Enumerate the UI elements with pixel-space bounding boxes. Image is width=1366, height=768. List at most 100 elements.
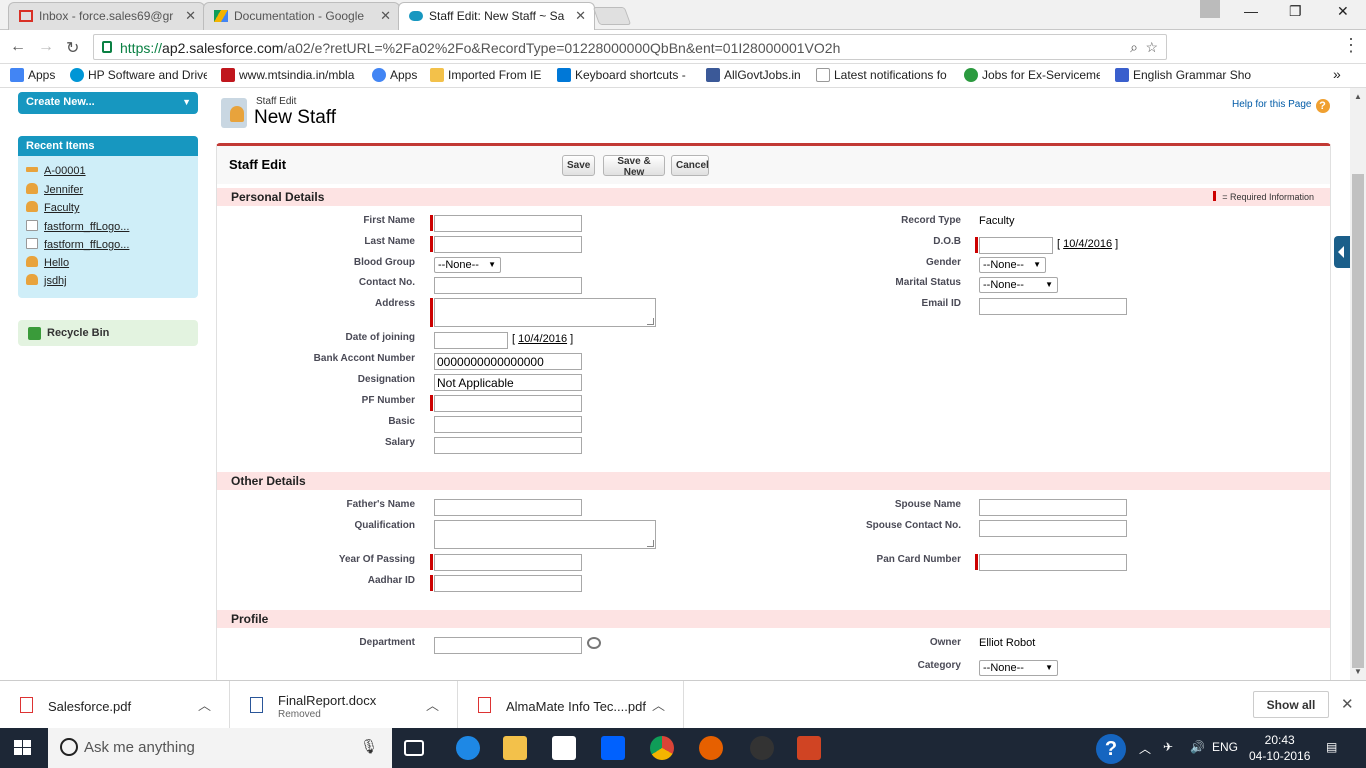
cortana-search-box[interactable]: Ask me anything 🎙 xyxy=(48,728,392,768)
recycle-bin-link[interactable]: Recycle Bin xyxy=(18,320,198,346)
blood-group-select[interactable]: --None-- ▼ xyxy=(434,257,501,273)
marital-status-select[interactable]: --None-- ▼ xyxy=(979,277,1058,293)
volume-icon[interactable]: 🔊 xyxy=(1190,740,1205,754)
address-textarea[interactable] xyxy=(434,298,656,327)
basic-input[interactable] xyxy=(434,416,582,433)
bookmark-latest-notifications[interactable]: Latest notifications fo xyxy=(816,68,950,82)
chevron-up-icon[interactable]: ︿ xyxy=(198,695,211,714)
help-link[interactable]: Help for this Page? xyxy=(1232,99,1330,113)
designation-input[interactable]: Not Applicable xyxy=(434,374,582,391)
recent-item[interactable]: fastform_ffLogo... xyxy=(26,220,129,233)
bookmark-imported-ie[interactable]: Imported From IE xyxy=(430,68,541,82)
department-input[interactable] xyxy=(434,637,582,654)
recent-item[interactable]: fastform_ffLogo... xyxy=(26,238,129,251)
recent-item[interactable]: Faculty xyxy=(26,201,79,214)
zoom-icon[interactable]: ⌕ xyxy=(1130,39,1138,56)
more-bookmarks-icon[interactable]: » xyxy=(1333,66,1341,82)
url-input[interactable]: https://ap2.salesforce.com/a02/e?retURL=… xyxy=(93,34,1167,60)
sidebar-collapse-handle[interactable] xyxy=(1334,236,1350,268)
bookmark-keyboard-shortcuts[interactable]: Keyboard shortcuts - xyxy=(557,68,693,82)
year-of-passing-input[interactable] xyxy=(434,554,582,571)
bookmark-apps[interactable]: Apps xyxy=(10,68,55,82)
contact-no-input[interactable] xyxy=(434,277,582,294)
spouse-name-input[interactable] xyxy=(979,499,1127,516)
bookmark-mtsindia[interactable]: www.mtsindia.in/mbla xyxy=(221,68,357,82)
scrollbar-thumb[interactable] xyxy=(1352,174,1364,668)
menu-kebab-icon[interactable]: ⋮ xyxy=(1342,35,1360,56)
bookmark-jobs-ex-servicemen[interactable]: Jobs for Ex-Serviceme xyxy=(964,68,1100,82)
reload-icon[interactable]: ↻ xyxy=(66,38,79,58)
notifications-icon[interactable]: ▤ xyxy=(1326,740,1337,754)
page-scrollbar[interactable]: ▲ ▼ xyxy=(1350,88,1366,680)
date-of-joining-input[interactable] xyxy=(434,332,508,349)
bookmark-english-grammar[interactable]: English Grammar Sho xyxy=(1115,68,1251,82)
language-indicator[interactable]: ENG xyxy=(1212,740,1238,754)
back-icon[interactable]: ← xyxy=(10,38,26,56)
bookmark-allgovtjobs[interactable]: AllGovtJobs.in xyxy=(706,68,801,82)
chrome-icon[interactable] xyxy=(650,736,674,760)
category-select[interactable]: --None-- ▼ xyxy=(979,660,1058,676)
show-all-button[interactable]: Show all xyxy=(1253,691,1329,718)
pan-card-input[interactable] xyxy=(979,554,1127,571)
restore-icon[interactable]: ❐ xyxy=(1289,3,1302,20)
powerpoint-icon[interactable] xyxy=(797,736,821,760)
recent-item[interactable]: Jennifer xyxy=(26,183,83,196)
windows-start-icon[interactable] xyxy=(14,740,32,756)
bookmark-google-apps[interactable]: Apps xyxy=(372,68,417,82)
user-profile-icon[interactable] xyxy=(1200,0,1220,18)
new-tab-button[interactable] xyxy=(592,7,632,25)
forward-icon[interactable]: → xyxy=(38,38,54,56)
network-icon[interactable]: ✈ xyxy=(1163,740,1173,754)
edge-icon[interactable] xyxy=(456,736,480,760)
bookmark-star-icon[interactable]: ☆ xyxy=(1145,39,1158,56)
microphone-icon[interactable]: 🎙 xyxy=(360,738,378,755)
email-input[interactable] xyxy=(979,298,1127,315)
close-window-icon[interactable]: ✕ xyxy=(1337,3,1349,20)
recent-item[interactable]: jsdhj xyxy=(26,274,67,287)
bookmark-hp[interactable]: HP Software and Drive xyxy=(70,68,207,82)
date-of-joining-today-link[interactable]: [ 10/4/2016 ] xyxy=(512,333,573,345)
pf-number-input[interactable] xyxy=(434,395,582,412)
store-icon[interactable] xyxy=(552,736,576,760)
lookup-magnifier-icon[interactable] xyxy=(587,637,601,649)
close-tab-icon[interactable]: ✕ xyxy=(575,8,586,24)
spouse-contact-input[interactable] xyxy=(979,520,1127,537)
qualification-textarea[interactable] xyxy=(434,520,656,549)
create-new-button[interactable]: Create New... ▼ xyxy=(18,92,198,114)
close-tab-icon[interactable]: ✕ xyxy=(380,8,391,24)
help-question-icon[interactable]: ? xyxy=(1096,734,1126,764)
dob-input[interactable] xyxy=(979,237,1053,254)
minimize-icon[interactable]: — xyxy=(1244,3,1258,19)
recent-item[interactable]: A-00001 xyxy=(26,165,86,177)
wpm-app-icon[interactable] xyxy=(750,736,774,760)
salary-input[interactable] xyxy=(434,437,582,454)
bank-account-input[interactable]: 0000000000000000 xyxy=(434,353,582,370)
save-button[interactable]: Save xyxy=(562,155,595,176)
download-item[interactable]: AlmaMate Info Tec....pdf ︿ xyxy=(458,681,684,729)
save-new-button[interactable]: Save & New xyxy=(603,155,665,178)
gender-select[interactable]: --None-- ▼ xyxy=(979,257,1046,273)
task-view-icon[interactable] xyxy=(404,740,424,756)
tab-staff-edit[interactable]: Staff Edit: New Staff ~ Sa ✕ xyxy=(398,2,595,30)
chevron-up-icon[interactable]: ︿ xyxy=(426,695,439,714)
scroll-up-icon[interactable]: ▲ xyxy=(1354,92,1362,101)
system-clock[interactable]: 20:43 04-10-2016 xyxy=(1249,732,1310,764)
show-hidden-icons-icon[interactable]: ︿ xyxy=(1139,740,1151,757)
dob-today-link[interactable]: [ 10/4/2016 ] xyxy=(1057,238,1118,250)
dropbox-icon[interactable] xyxy=(601,736,625,760)
close-tab-icon[interactable]: ✕ xyxy=(185,8,196,24)
file-explorer-icon[interactable] xyxy=(503,736,527,760)
close-downloads-icon[interactable]: ✕ xyxy=(1341,695,1354,713)
download-item[interactable]: FinalReport.docx Removed ︿ xyxy=(230,681,458,729)
last-name-input[interactable] xyxy=(434,236,582,253)
scroll-down-icon[interactable]: ▼ xyxy=(1354,667,1362,676)
fathers-name-input[interactable] xyxy=(434,499,582,516)
tab-documentation[interactable]: Documentation - Google ✕ xyxy=(203,2,400,30)
firefox-icon[interactable] xyxy=(699,736,723,760)
recent-item[interactable]: Hello xyxy=(26,256,69,269)
cancel-button[interactable]: Cancel xyxy=(671,155,709,176)
tab-inbox[interactable]: Inbox - force.sales69@gr ✕ xyxy=(8,2,205,30)
chevron-up-icon[interactable]: ︿ xyxy=(652,695,665,714)
download-item[interactable]: Salesforce.pdf ︿ xyxy=(0,681,230,729)
first-name-input[interactable] xyxy=(434,215,582,232)
